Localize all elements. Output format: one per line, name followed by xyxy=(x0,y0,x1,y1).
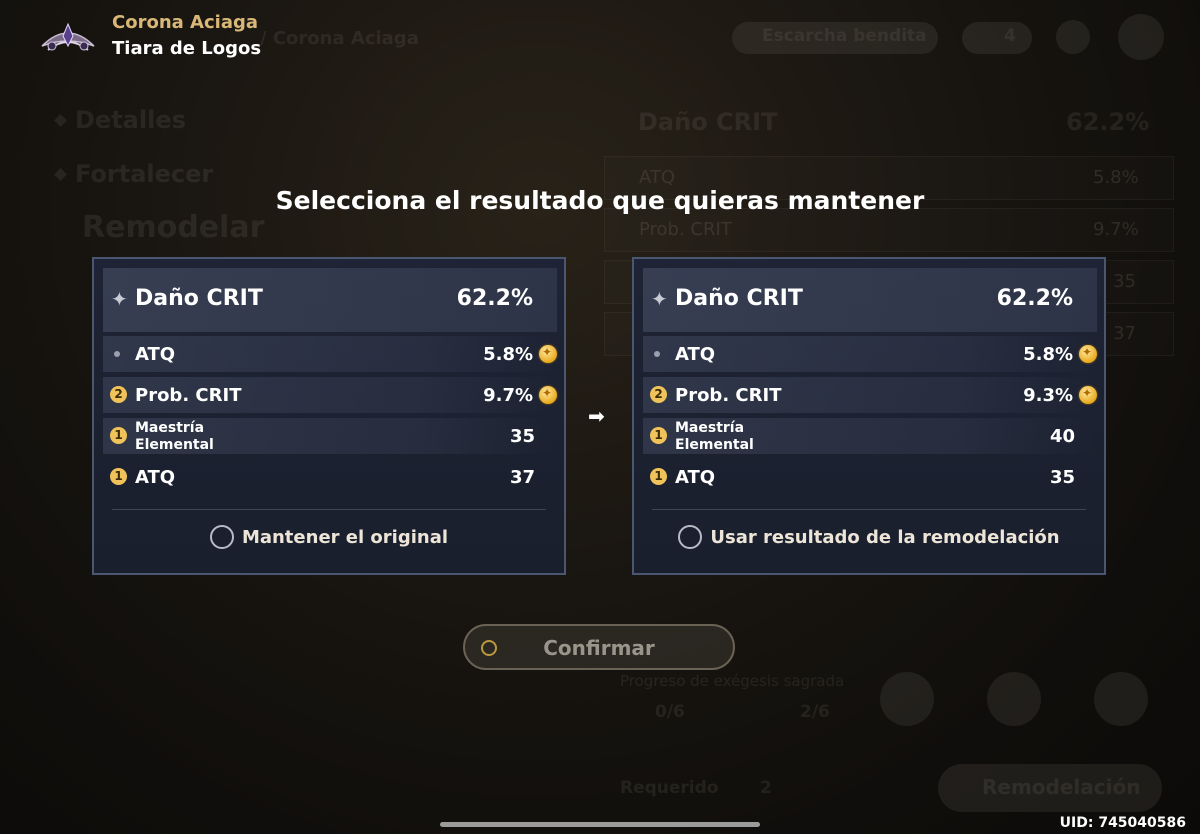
divider xyxy=(112,509,546,510)
unactivated-coin-icon xyxy=(539,386,557,404)
sparkle-icon: ✦ xyxy=(651,287,668,311)
radio-button[interactable] xyxy=(678,525,703,549)
substat-row: 1 ATQ 37 xyxy=(103,459,557,495)
substat-value: 37 xyxy=(509,467,535,488)
confirm-label: Confirmar xyxy=(543,636,655,660)
substat-value: 5.8% xyxy=(1023,344,1073,365)
substat-name: Maestría Elemental xyxy=(135,420,214,453)
substat-row: ATQ 5.8% xyxy=(643,336,1097,372)
upgrade-count-badge: 1 xyxy=(650,427,667,444)
artifact-piece-name: Tiara de Logos xyxy=(112,38,262,59)
substat-row: 2 Prob. CRIT 9.7% xyxy=(103,377,557,413)
main-stat-name: Daño CRIT xyxy=(135,286,263,311)
arrow-right-icon: ➡ xyxy=(588,404,605,428)
main-stat-value: 62.2% xyxy=(996,286,1073,311)
sparkle-icon: ✦ xyxy=(111,287,128,311)
dialog-title: Selecciona el resultado que quieras mant… xyxy=(275,186,925,215)
upgrade-count-badge: 1 xyxy=(110,427,127,444)
bullet-icon xyxy=(114,351,120,357)
option-label: Mantener el original xyxy=(241,526,449,548)
substat-row: 1 Maestría Elemental 35 xyxy=(103,418,557,454)
divider xyxy=(652,509,1086,510)
home-indicator xyxy=(440,822,760,827)
upgrade-count-badge: 1 xyxy=(110,468,127,485)
main-stat-row: ✦ Daño CRIT 62.2% xyxy=(103,268,557,332)
keep-original-option[interactable]: Mantener el original xyxy=(94,525,564,555)
substat-name: Maestría Elemental xyxy=(675,420,754,453)
option-label: Usar resultado de la remodelación xyxy=(710,526,1060,548)
substat-value: 35 xyxy=(1049,467,1075,488)
radio-button[interactable] xyxy=(209,525,234,549)
original-result-card[interactable]: ✦ Daño CRIT 62.2% ATQ 5.8% 2 Prob. CRIT … xyxy=(92,257,566,575)
confirm-button[interactable]: Confirmar xyxy=(463,624,735,670)
substat-value: 40 xyxy=(1049,426,1075,447)
substat-value: 9.3% xyxy=(1023,385,1073,406)
reshaped-result-card[interactable]: ✦ Daño CRIT 62.2% ATQ 5.8% 2 Prob. CRIT … xyxy=(632,257,1106,575)
substat-value: 5.8% xyxy=(483,344,533,365)
substat-name: ATQ xyxy=(675,467,716,488)
substat-value: 9.7% xyxy=(483,385,533,406)
use-reshape-option[interactable]: Usar resultado de la remodelación xyxy=(634,525,1104,555)
substat-name: ATQ xyxy=(135,344,176,365)
substat-name: ATQ xyxy=(675,344,716,365)
upgrade-count-badge: 1 xyxy=(650,468,667,485)
artifact-set-name: Corona Aciaga xyxy=(112,12,258,33)
substat-row: 1 Maestría Elemental 40 xyxy=(643,418,1097,454)
substat-name: Prob. CRIT xyxy=(135,385,242,406)
substat-row: ATQ 5.8% xyxy=(103,336,557,372)
circlet-icon xyxy=(38,16,98,62)
unactivated-coin-icon xyxy=(1079,386,1097,404)
substat-value: 35 xyxy=(509,426,535,447)
substat-row: 2 Prob. CRIT 9.3% xyxy=(643,377,1097,413)
unactivated-coin-icon xyxy=(1079,345,1097,363)
substat-name: Prob. CRIT xyxy=(675,385,782,406)
main-stat-name: Daño CRIT xyxy=(675,286,803,311)
upgrade-count-badge: 2 xyxy=(650,386,667,403)
upgrade-count-badge: 2 xyxy=(110,386,127,403)
unactivated-coin-icon xyxy=(539,345,557,363)
substat-row: 1 ATQ 35 xyxy=(643,459,1097,495)
substat-name: ATQ xyxy=(135,467,176,488)
uid-label: UID: 745040586 xyxy=(1059,815,1186,831)
main-stat-value: 62.2% xyxy=(456,286,533,311)
main-stat-row: ✦ Daño CRIT 62.2% xyxy=(643,268,1097,332)
bullet-icon xyxy=(654,351,660,357)
